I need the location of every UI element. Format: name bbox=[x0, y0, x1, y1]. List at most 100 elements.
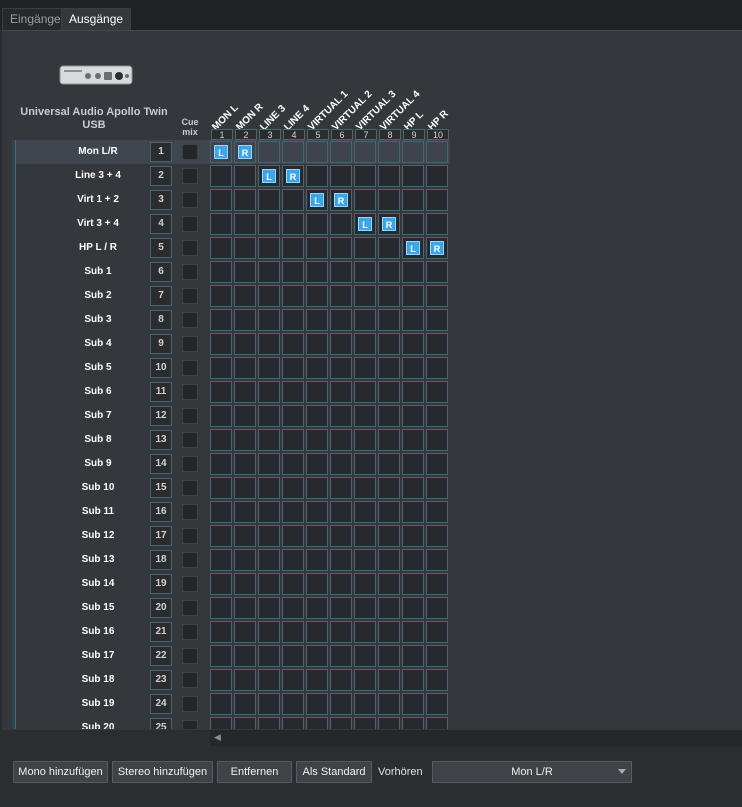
routing-cell[interactable] bbox=[210, 189, 232, 211]
routing-cell[interactable] bbox=[306, 429, 328, 451]
routing-cell[interactable] bbox=[234, 453, 256, 475]
routing-cell[interactable] bbox=[234, 597, 256, 619]
row-handle[interactable] bbox=[12, 140, 16, 164]
row-handle[interactable] bbox=[12, 596, 16, 620]
routing-cell[interactable] bbox=[210, 429, 232, 451]
routing-cell[interactable] bbox=[306, 501, 328, 523]
routing-cell[interactable] bbox=[258, 357, 280, 379]
row-handle[interactable] bbox=[12, 668, 16, 692]
scroll-left-icon[interactable]: ◀ bbox=[214, 732, 221, 743]
routing-cell[interactable] bbox=[354, 333, 376, 355]
output-row[interactable]: Sub 16 21 bbox=[12, 620, 452, 644]
routing-cell[interactable] bbox=[354, 525, 376, 547]
row-handle[interactable] bbox=[12, 164, 16, 188]
routing-cell[interactable] bbox=[378, 357, 400, 379]
routing-cell[interactable] bbox=[378, 453, 400, 475]
routing-cell[interactable] bbox=[258, 453, 280, 475]
output-name[interactable]: Sub 2 bbox=[32, 284, 164, 308]
routing-cell[interactable] bbox=[378, 477, 400, 499]
routing-cell[interactable] bbox=[402, 357, 424, 379]
routing-cell[interactable] bbox=[378, 165, 400, 187]
routing-cell[interactable] bbox=[354, 429, 376, 451]
routing-cell[interactable] bbox=[354, 405, 376, 427]
routing-cell[interactable] bbox=[210, 501, 232, 523]
routing-cell[interactable] bbox=[306, 693, 328, 715]
cue-mix-checkbox[interactable] bbox=[182, 672, 198, 688]
routing-cell[interactable] bbox=[426, 669, 448, 691]
routing-cell[interactable] bbox=[426, 285, 448, 307]
routing-cell[interactable] bbox=[306, 261, 328, 283]
output-row[interactable]: Sub 13 18 bbox=[12, 548, 452, 572]
routing-cell[interactable] bbox=[354, 357, 376, 379]
routing-cell[interactable]: R bbox=[378, 213, 400, 235]
routing-cell[interactable] bbox=[282, 285, 304, 307]
routing-cell[interactable] bbox=[282, 477, 304, 499]
routing-cell[interactable] bbox=[402, 477, 424, 499]
routing-cell[interactable] bbox=[282, 189, 304, 211]
routing-cell[interactable] bbox=[258, 549, 280, 571]
output-name[interactable]: Sub 6 bbox=[32, 380, 164, 404]
output-name[interactable]: Sub 12 bbox=[32, 524, 164, 548]
routing-cell[interactable] bbox=[210, 237, 232, 259]
routing-cell[interactable] bbox=[426, 525, 448, 547]
routing-cell[interactable] bbox=[234, 309, 256, 331]
cue-mix-checkbox[interactable] bbox=[182, 648, 198, 664]
routing-cell[interactable] bbox=[210, 381, 232, 403]
routing-cell[interactable] bbox=[234, 501, 256, 523]
routing-cell[interactable] bbox=[234, 573, 256, 595]
routing-cell[interactable] bbox=[282, 237, 304, 259]
routing-cell[interactable] bbox=[306, 597, 328, 619]
routing-cell[interactable] bbox=[426, 717, 448, 729]
routing-cell[interactable] bbox=[402, 405, 424, 427]
routing-cell[interactable] bbox=[210, 405, 232, 427]
routing-cell[interactable] bbox=[378, 549, 400, 571]
routing-cell[interactable] bbox=[258, 237, 280, 259]
routing-cell[interactable] bbox=[426, 405, 448, 427]
routing-cell[interactable] bbox=[234, 429, 256, 451]
output-row[interactable]: Virt 3 + 44 LR bbox=[12, 212, 452, 236]
output-name[interactable]: Sub 4 bbox=[32, 332, 164, 356]
routing-cell[interactable] bbox=[378, 285, 400, 307]
routing-cell[interactable] bbox=[378, 405, 400, 427]
routing-cell[interactable] bbox=[378, 333, 400, 355]
output-row[interactable]: Sub 8 13 bbox=[12, 428, 452, 452]
routing-cell[interactable] bbox=[354, 285, 376, 307]
row-handle[interactable] bbox=[12, 188, 16, 212]
routing-cell[interactable] bbox=[354, 189, 376, 211]
routing-cell[interactable] bbox=[402, 597, 424, 619]
routing-cell[interactable] bbox=[330, 333, 352, 355]
cue-mix-checkbox[interactable] bbox=[182, 168, 198, 184]
output-name[interactable]: Sub 15 bbox=[32, 596, 164, 620]
routing-cell[interactable] bbox=[258, 693, 280, 715]
output-row[interactable]: Sub 6 11 bbox=[12, 380, 452, 404]
cue-mix-checkbox[interactable] bbox=[182, 312, 198, 328]
routing-cell[interactable] bbox=[282, 645, 304, 667]
row-handle[interactable] bbox=[12, 572, 16, 596]
routing-cell[interactable] bbox=[306, 573, 328, 595]
routing-cell[interactable] bbox=[402, 717, 424, 729]
routing-cell[interactable] bbox=[258, 189, 280, 211]
cue-mix-checkbox[interactable] bbox=[182, 576, 198, 592]
routing-cell[interactable] bbox=[282, 621, 304, 643]
routing-cell[interactable] bbox=[354, 549, 376, 571]
routing-cell[interactable] bbox=[258, 333, 280, 355]
routing-cell[interactable] bbox=[330, 549, 352, 571]
tab-inputs[interactable]: Eingänge bbox=[2, 8, 69, 30]
routing-cell[interactable] bbox=[306, 477, 328, 499]
routing-cell[interactable] bbox=[330, 717, 352, 729]
routing-cell[interactable] bbox=[426, 573, 448, 595]
routing-cell[interactable] bbox=[282, 213, 304, 235]
cue-mix-checkbox[interactable] bbox=[182, 192, 198, 208]
routing-cell[interactable] bbox=[330, 405, 352, 427]
output-name[interactable]: Sub 10 bbox=[32, 476, 164, 500]
routing-cell[interactable] bbox=[210, 597, 232, 619]
routing-cell[interactable] bbox=[258, 621, 280, 643]
routing-cell[interactable] bbox=[234, 261, 256, 283]
routing-cell[interactable] bbox=[330, 429, 352, 451]
output-row[interactable]: Sub 14 19 bbox=[12, 572, 452, 596]
routing-cell[interactable] bbox=[234, 645, 256, 667]
listen-select[interactable]: Mon L/R bbox=[432, 761, 632, 783]
routing-cell[interactable] bbox=[354, 237, 376, 259]
routing-cell[interactable] bbox=[402, 549, 424, 571]
routing-cell[interactable] bbox=[330, 597, 352, 619]
